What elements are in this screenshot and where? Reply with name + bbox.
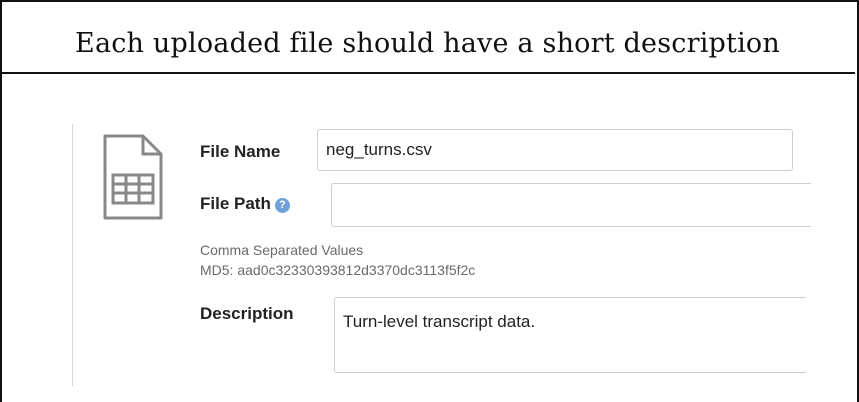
- spreadsheet-file-icon: [103, 134, 163, 220]
- description-value: Turn-level transcript data.: [343, 312, 536, 331]
- file-upload-panel: File Name neg_turns.csv File Path? Comma…: [72, 124, 859, 386]
- file-name-input[interactable]: neg_turns.csv: [317, 129, 793, 171]
- file-name-value: neg_turns.csv: [326, 140, 432, 159]
- caption-header: Each uploaded file should have a short d…: [0, 0, 855, 74]
- caption-title: Each uploaded file should have a short d…: [75, 27, 780, 59]
- description-label: Description: [200, 304, 294, 323]
- file-type-text: Comma Separated Values: [200, 242, 364, 258]
- file-path-input[interactable]: [331, 183, 811, 227]
- file-name-label: File Name: [200, 142, 281, 161]
- file-path-label: File Path?: [200, 194, 290, 214]
- description-textarea[interactable]: Turn-level transcript data.: [334, 297, 806, 373]
- question-circle-icon[interactable]: ?: [274, 198, 290, 213]
- file-md5-text: MD5: aad0c32330393812d3370dc3113f5f2c: [200, 262, 476, 278]
